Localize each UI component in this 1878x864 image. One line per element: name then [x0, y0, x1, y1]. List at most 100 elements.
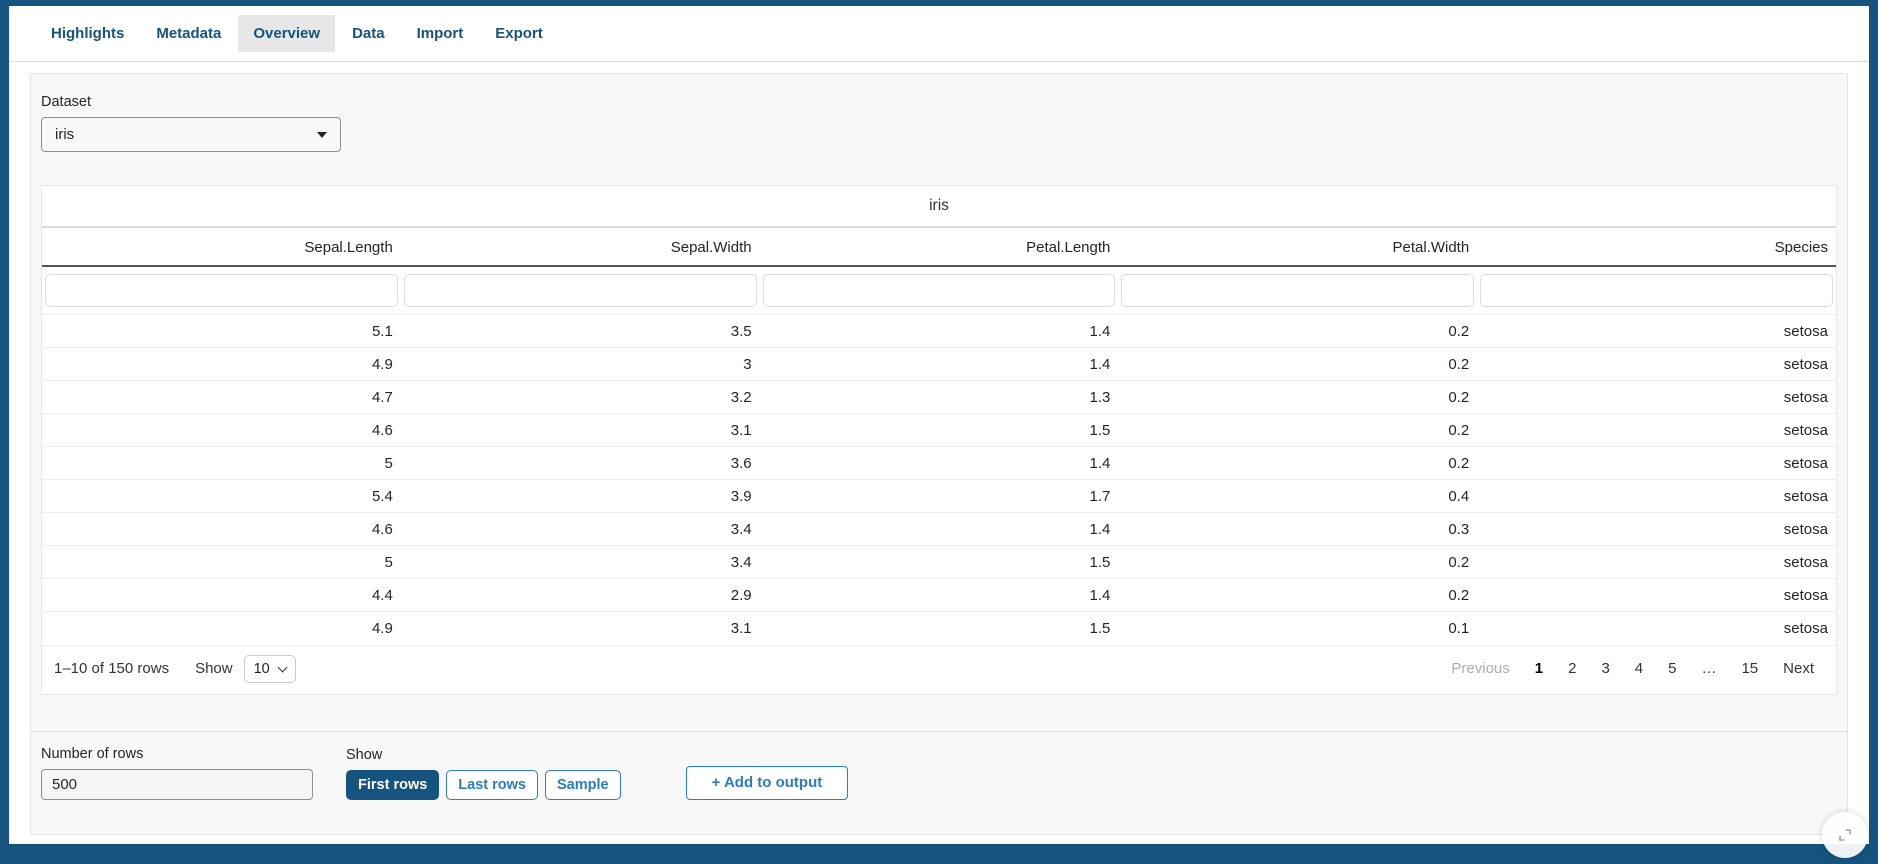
- data-grid: Sepal.Length Sepal.Width Petal.Length Pe…: [42, 228, 1836, 645]
- pagination-page-5[interactable]: 5: [1658, 657, 1686, 680]
- pagination-previous[interactable]: Previous: [1441, 657, 1519, 680]
- cell-sepal-width: 3.2: [401, 381, 760, 414]
- table-row: 5 3.6 1.4 0.2 setosa: [42, 447, 1836, 480]
- last-rows-button[interactable]: Last rows: [446, 770, 538, 800]
- cell-petal-width: 0.2: [1118, 447, 1477, 480]
- table-row: 4.6 3.4 1.4 0.3 setosa: [42, 513, 1836, 546]
- cell-species: setosa: [1477, 381, 1836, 414]
- filter-input-petal-width[interactable]: [1121, 274, 1474, 307]
- expand-icon: [1837, 827, 1853, 843]
- cell-petal-width: 0.2: [1118, 348, 1477, 381]
- show-mode-group: Show First rows Last rows Sample: [346, 747, 621, 800]
- cell-petal-length: 1.4: [760, 579, 1119, 612]
- resize-badge[interactable]: [1822, 812, 1868, 858]
- cell-sepal-length: 5: [42, 546, 401, 579]
- section-divider: [31, 731, 1847, 732]
- table-row: 4.7 3.2 1.3 0.2 setosa: [42, 381, 1836, 414]
- cell-petal-length: 1.4: [760, 447, 1119, 480]
- pagination-page-2[interactable]: 2: [1558, 657, 1586, 680]
- header-row: Sepal.Length Sepal.Width Petal.Length Pe…: [42, 228, 1836, 266]
- cell-species: setosa: [1477, 546, 1836, 579]
- table-row: 4.4 2.9 1.4 0.2 setosa: [42, 579, 1836, 612]
- column-header-sepal-length[interactable]: Sepal.Length: [42, 228, 401, 266]
- cell-species: setosa: [1477, 579, 1836, 612]
- show-mode-buttons: First rows Last rows Sample: [346, 770, 621, 800]
- filter-input-species[interactable]: [1480, 274, 1833, 307]
- cell-sepal-width: 3.9: [401, 480, 760, 513]
- cell-petal-width: 0.4: [1118, 480, 1477, 513]
- table-row: 5.1 3.5 1.4 0.2 setosa: [42, 315, 1836, 348]
- sample-button[interactable]: Sample: [545, 770, 621, 800]
- cell-sepal-width: 3.4: [401, 513, 760, 546]
- filter-input-sepal-width[interactable]: [404, 274, 757, 307]
- cell-sepal-length: 4.6: [42, 513, 401, 546]
- cell-petal-width: 0.2: [1118, 414, 1477, 447]
- cell-petal-width: 0.1: [1118, 612, 1477, 645]
- column-header-petal-width[interactable]: Petal.Width: [1118, 228, 1477, 266]
- cell-sepal-width: 3.1: [401, 612, 760, 645]
- cell-sepal-width: 2.9: [401, 579, 760, 612]
- cell-sepal-width: 3.1: [401, 414, 760, 447]
- dataset-select-value: iris: [55, 126, 74, 143]
- cell-sepal-width: 3.5: [401, 315, 760, 348]
- page-size-value: 10: [254, 661, 270, 677]
- pagination-page-4[interactable]: 4: [1625, 657, 1653, 680]
- pagination-page-3[interactable]: 3: [1591, 657, 1619, 680]
- pagination: Previous 1 2 3 4 5 … 15 Next: [1441, 657, 1824, 680]
- cell-sepal-width: 3: [401, 348, 760, 381]
- table-title: iris: [42, 186, 1836, 228]
- window-frame: Highlights Metadata Overview Data Import…: [0, 0, 1878, 864]
- table-footer: 1–10 of 150 rows Show 10 Previous 1 2 3 …: [42, 645, 1836, 694]
- number-of-rows-input[interactable]: [41, 769, 313, 800]
- cell-sepal-length: 5.4: [42, 480, 401, 513]
- tab-highlights[interactable]: Highlights: [36, 15, 139, 52]
- cell-petal-width: 0.2: [1118, 546, 1477, 579]
- cell-species: setosa: [1477, 414, 1836, 447]
- tab-metadata[interactable]: Metadata: [141, 15, 236, 52]
- cell-species: setosa: [1477, 315, 1836, 348]
- chevron-down-icon: [277, 662, 287, 672]
- cell-petal-length: 1.4: [760, 315, 1119, 348]
- cell-petal-length: 1.5: [760, 414, 1119, 447]
- pagination-next[interactable]: Next: [1773, 657, 1824, 680]
- cell-sepal-length: 4.9: [42, 612, 401, 645]
- app-page: Highlights Metadata Overview Data Import…: [9, 6, 1869, 844]
- pagination-page-1[interactable]: 1: [1525, 657, 1553, 680]
- cell-petal-length: 1.7: [760, 480, 1119, 513]
- cell-sepal-width: 3.4: [401, 546, 760, 579]
- tab-overview[interactable]: Overview: [238, 15, 335, 52]
- dataset-select[interactable]: iris: [41, 117, 341, 152]
- add-to-output-button[interactable]: + Add to output: [686, 766, 849, 800]
- caret-down-icon: [317, 132, 327, 138]
- table-row: 4.9 3.1 1.5 0.1 setosa: [42, 612, 1836, 645]
- cell-species: setosa: [1477, 348, 1836, 381]
- rows-range-text: 1–10 of 150 rows: [54, 660, 169, 677]
- cell-sepal-width: 3.6: [401, 447, 760, 480]
- cell-petal-length: 1.5: [760, 546, 1119, 579]
- cell-petal-width: 0.2: [1118, 381, 1477, 414]
- page-size-select[interactable]: 10: [244, 655, 296, 683]
- tab-data[interactable]: Data: [337, 15, 400, 52]
- filter-row: [42, 266, 1836, 315]
- filter-input-sepal-length[interactable]: [45, 274, 398, 307]
- bottom-controls: Number of rows Show First rows Last rows…: [41, 746, 1837, 800]
- cell-sepal-length: 4.7: [42, 381, 401, 414]
- table-row: 5.4 3.9 1.7 0.4 setosa: [42, 480, 1836, 513]
- column-header-species[interactable]: Species: [1477, 228, 1836, 266]
- filter-input-petal-length[interactable]: [763, 274, 1116, 307]
- table-row: 4.9 3 1.4 0.2 setosa: [42, 348, 1836, 381]
- tab-export[interactable]: Export: [480, 15, 558, 52]
- tab-import[interactable]: Import: [402, 15, 479, 52]
- tab-bar: Highlights Metadata Overview Data Import…: [9, 6, 1869, 62]
- cell-sepal-length: 4.6: [42, 414, 401, 447]
- pagination-ellipsis: …: [1691, 657, 1726, 680]
- pagination-page-15[interactable]: 15: [1731, 657, 1768, 680]
- column-header-sepal-width[interactable]: Sepal.Width: [401, 228, 760, 266]
- cell-species: setosa: [1477, 612, 1836, 645]
- dataset-group: Dataset iris: [41, 94, 1837, 152]
- cell-sepal-length: 5.1: [42, 315, 401, 348]
- cell-species: setosa: [1477, 513, 1836, 546]
- column-header-petal-length[interactable]: Petal.Length: [760, 228, 1119, 266]
- first-rows-button[interactable]: First rows: [346, 770, 439, 800]
- cell-petal-width: 0.2: [1118, 579, 1477, 612]
